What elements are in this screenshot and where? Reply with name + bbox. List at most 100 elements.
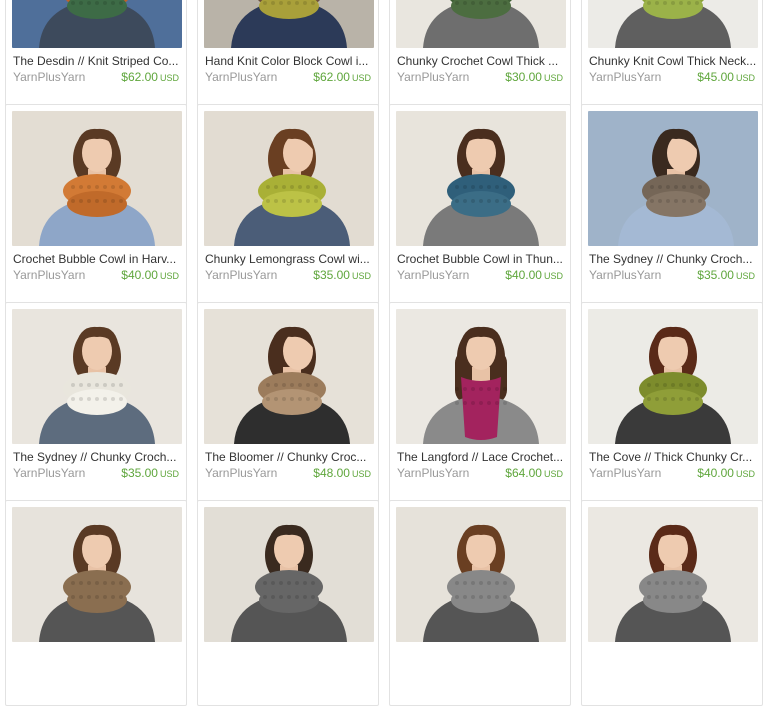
price-currency: USD [735, 271, 755, 281]
listing-card[interactable]: Crochet Bubble Cowl in Thun... YarnPlusYa… [389, 104, 571, 310]
listing-card[interactable] [581, 500, 763, 706]
product-photo [204, 0, 374, 48]
product-photo [204, 507, 374, 642]
product-photo [588, 111, 758, 246]
listing-card[interactable] [5, 500, 187, 706]
listing-thumbnail[interactable] [12, 309, 182, 444]
listing-card[interactable]: The Bloomer // Chunky Croc... YarnPlusYar… [197, 302, 379, 508]
listing-title[interactable]: Crochet Bubble Cowl in Thun... [397, 252, 565, 266]
listing-thumbnail[interactable] [12, 111, 182, 246]
listing-card[interactable]: The Sydney // Chunky Croch... YarnPlusYar… [581, 104, 763, 310]
product-photo [204, 111, 374, 246]
shop-name[interactable]: YarnPlusYarn [397, 268, 469, 282]
product-photo [396, 309, 566, 444]
listing-title[interactable]: Chunky Lemongrass Cowl wi... [205, 252, 373, 266]
product-photo [12, 309, 182, 444]
price-amount: $62.00 [121, 70, 158, 84]
product-photo [588, 0, 758, 48]
listing-card[interactable]: Hand Knit Color Block Cowl i... YarnPlusY… [197, 0, 379, 112]
listing-card[interactable]: The Desdin // Knit Striped Co... YarnPlus… [5, 0, 187, 112]
price-currency: USD [735, 469, 755, 479]
listing-thumbnail[interactable] [204, 0, 374, 48]
listing-price: $35.00 USD [313, 268, 371, 283]
price-amount: $35.00 [697, 268, 734, 282]
listing-price: $62.00 USD [313, 70, 371, 85]
price-currency: USD [543, 469, 563, 479]
listing-thumbnail[interactable] [204, 309, 374, 444]
shop-name[interactable]: YarnPlusYarn [397, 70, 469, 84]
listing-title[interactable]: Hand Knit Color Block Cowl i... [205, 54, 373, 68]
shop-name[interactable]: YarnPlusYarn [205, 70, 277, 84]
listing-thumbnail[interactable] [204, 111, 374, 246]
listing-card[interactable]: The Sydney // Chunky Croch... YarnPlusYar… [5, 302, 187, 508]
product-photo [204, 309, 374, 444]
shop-name[interactable]: YarnPlusYarn [13, 466, 85, 480]
listing-card[interactable]: Chunky Knit Cowl Thick Neck... YarnPlusYa… [581, 0, 763, 112]
listing-thumbnail[interactable] [12, 507, 182, 642]
price-currency: USD [735, 73, 755, 83]
listing-title[interactable]: Crochet Bubble Cowl in Harv... [13, 252, 181, 266]
price-amount: $48.00 [313, 466, 350, 480]
listing-card[interactable] [197, 500, 379, 706]
listing-title[interactable]: The Langford // Lace Crochet... [397, 450, 565, 464]
product-photo [396, 0, 566, 48]
listing-card[interactable]: Chunky Lemongrass Cowl wi... YarnPlusYarn… [197, 104, 379, 310]
shop-name[interactable]: YarnPlusYarn [205, 268, 277, 282]
listing-card[interactable] [389, 500, 571, 706]
listing-card[interactable]: Chunky Crochet Cowl Thick ... YarnPlusYar… [389, 0, 571, 112]
price-currency: USD [159, 73, 179, 83]
listing-price: $35.00 USD [697, 268, 755, 283]
listing-thumbnail[interactable] [396, 309, 566, 444]
listing-thumbnail[interactable] [588, 507, 758, 642]
listing-price: $35.00 USD [121, 466, 179, 481]
price-currency: USD [351, 271, 371, 281]
shop-name[interactable]: YarnPlusYarn [205, 466, 277, 480]
price-currency: USD [543, 73, 563, 83]
shop-name[interactable]: YarnPlusYarn [589, 466, 661, 480]
price-amount: $64.00 [505, 466, 542, 480]
listing-price: $30.00 USD [505, 70, 563, 85]
price-amount: $35.00 [313, 268, 350, 282]
shop-name[interactable]: YarnPlusYarn [13, 70, 85, 84]
shop-name[interactable]: YarnPlusYarn [589, 268, 661, 282]
price-amount: $40.00 [697, 466, 734, 480]
listing-title[interactable]: The Sydney // Chunky Croch... [589, 252, 757, 266]
listing-title[interactable]: Chunky Crochet Cowl Thick ... [397, 54, 565, 68]
listing-title[interactable]: The Sydney // Chunky Croch... [13, 450, 181, 464]
listing-title[interactable]: The Bloomer // Chunky Croc... [205, 450, 373, 464]
listing-thumbnail[interactable] [588, 0, 758, 48]
listing-thumbnail[interactable] [396, 0, 566, 48]
price-currency: USD [543, 271, 563, 281]
listing-price: $45.00 USD [697, 70, 755, 85]
shop-name[interactable]: YarnPlusYarn [13, 268, 85, 282]
listing-title[interactable]: The Cove // Thick Chunky Cr... [589, 450, 757, 464]
shop-name[interactable]: YarnPlusYarn [397, 466, 469, 480]
price-amount: $30.00 [505, 70, 542, 84]
price-amount: $45.00 [697, 70, 734, 84]
listing-thumbnail[interactable] [588, 309, 758, 444]
listing-thumbnail[interactable] [396, 111, 566, 246]
listing-price: $64.00 USD [505, 466, 563, 481]
listing-thumbnail[interactable] [396, 507, 566, 642]
price-amount: $62.00 [313, 70, 350, 84]
price-amount: $40.00 [121, 268, 158, 282]
listing-card[interactable]: Crochet Bubble Cowl in Harv... YarnPlusYa… [5, 104, 187, 310]
price-amount: $40.00 [505, 268, 542, 282]
listing-title[interactable]: Chunky Knit Cowl Thick Neck... [589, 54, 757, 68]
listing-grid: The Desdin // Knit Striped Co... YarnPlus… [0, 0, 764, 706]
price-currency: USD [159, 271, 179, 281]
listing-thumbnail[interactable] [204, 507, 374, 642]
price-currency: USD [351, 73, 371, 83]
product-photo [396, 507, 566, 642]
listing-price: $40.00 USD [121, 268, 179, 283]
listing-thumbnail[interactable] [12, 0, 182, 48]
product-photo [396, 111, 566, 246]
shop-name[interactable]: YarnPlusYarn [589, 70, 661, 84]
listing-price: $40.00 USD [505, 268, 563, 283]
listing-price: $62.00 USD [121, 70, 179, 85]
listing-title[interactable]: The Desdin // Knit Striped Co... [13, 54, 181, 68]
product-photo [12, 507, 182, 642]
listing-card[interactable]: The Langford // Lace Crochet... YarnPlusY… [389, 302, 571, 508]
listing-card[interactable]: The Cove // Thick Chunky Cr... YarnPlusYa… [581, 302, 763, 508]
listing-thumbnail[interactable] [588, 111, 758, 246]
